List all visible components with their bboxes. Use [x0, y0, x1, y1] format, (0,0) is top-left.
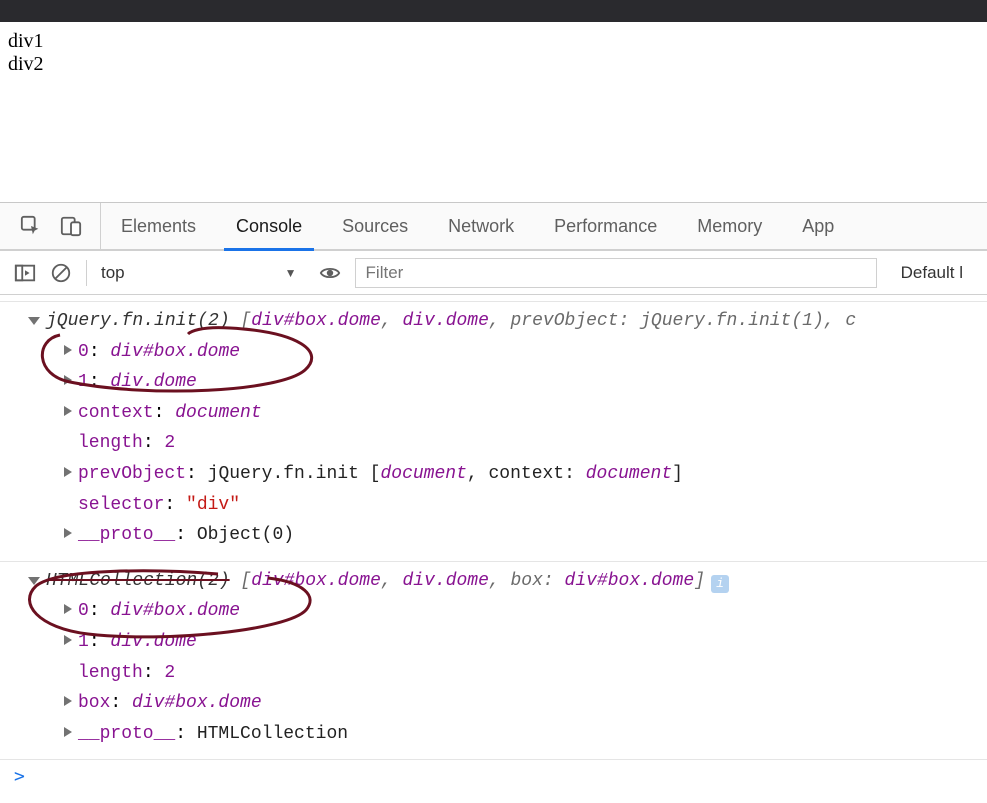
prop-val: 2	[164, 428, 175, 459]
prop-val: "div"	[186, 490, 240, 521]
expand-toggle-icon[interactable]	[28, 317, 40, 325]
prop-val: div.dome	[110, 627, 196, 658]
property-row[interactable]: selector: "div"	[0, 490, 987, 521]
page-viewport: div1 div2	[0, 22, 987, 202]
prop-key: 1	[78, 367, 89, 398]
console-prompt[interactable]: >	[0, 760, 987, 793]
log-header[interactable]: HTMLCollection(2) [ div#box.dome , div.d…	[0, 566, 987, 597]
log-header[interactable]: jQuery.fn.init(2) [ div#box.dome , div.d…	[0, 306, 987, 337]
prop-key: box	[78, 688, 110, 719]
devtools-panel: Elements Console Sources Network Perform…	[0, 202, 987, 793]
object-type: HTMLCollection(2)	[46, 566, 230, 597]
context-selector[interactable]: top ▼	[101, 263, 305, 283]
live-expression-icon[interactable]	[319, 262, 341, 284]
header-rest: , prevObject: jQuery.fn.init(1), c	[489, 306, 856, 337]
property-row[interactable]: length: 2	[0, 658, 987, 689]
device-toggle-icon[interactable]	[60, 215, 82, 237]
prop-key: length	[78, 658, 143, 689]
prop-key: __proto__	[78, 520, 175, 551]
prop-key: __proto__	[78, 719, 175, 750]
inspect-icon[interactable]	[20, 215, 42, 237]
header-elem-1: div.dome	[402, 306, 488, 337]
tab-network[interactable]: Network	[428, 203, 534, 249]
tab-elements[interactable]: Elements	[101, 203, 216, 249]
page-text-div2: div2	[8, 53, 979, 76]
property-row[interactable]: context: document	[0, 398, 987, 429]
info-icon[interactable]: i	[711, 575, 729, 593]
prop-key: prevObject	[78, 459, 186, 490]
property-row[interactable]: 0: div#box.dome	[0, 337, 987, 368]
object-type: jQuery.fn.init(2)	[46, 306, 230, 337]
header-sep: ,	[381, 566, 403, 597]
tab-application[interactable]: App	[782, 203, 854, 249]
header-elem-0: div#box.dome	[251, 306, 381, 337]
tab-sources[interactable]: Sources	[322, 203, 428, 249]
prop-key: context	[78, 398, 154, 429]
context-label: top	[101, 263, 125, 283]
console-output: jQuery.fn.init(2) [ div#box.dome , div.d…	[0, 295, 987, 760]
header-elem-0: div#box.dome	[251, 566, 381, 597]
tab-console[interactable]: Console	[216, 203, 322, 249]
prompt-chevron-icon: >	[14, 766, 25, 787]
prop-val: div#box.dome	[110, 337, 240, 368]
page-text-div1: div1	[8, 30, 979, 53]
level-selector[interactable]: Default l	[891, 263, 973, 283]
console-toolbar: top ▼ Default l	[0, 251, 987, 295]
sidebar-toggle-icon[interactable]	[14, 262, 36, 284]
header-sep: ,	[381, 306, 403, 337]
devtools-left-icons	[0, 203, 101, 249]
prop-key: selector	[78, 490, 164, 521]
prop-val: div#box.dome	[110, 596, 240, 627]
filter-input[interactable]	[355, 258, 877, 288]
property-row[interactable]: length: 2	[0, 428, 987, 459]
property-row[interactable]: box: div#box.dome	[0, 688, 987, 719]
devtools-tabs: Elements Console Sources Network Perform…	[0, 203, 987, 251]
log-entry-htmlcollection: HTMLCollection(2) [ div#box.dome , div.d…	[0, 562, 987, 761]
header-close: ]	[694, 566, 705, 597]
browser-chrome-top	[0, 0, 987, 22]
header-elem-1: div.dome	[402, 566, 488, 597]
property-row[interactable]: 0: div#box.dome	[0, 596, 987, 627]
prop-val: HTMLCollection	[197, 719, 348, 750]
prop-key: 0	[78, 337, 89, 368]
clear-console-icon[interactable]	[50, 262, 72, 284]
tab-memory[interactable]: Memory	[677, 203, 782, 249]
expand-toggle-icon[interactable]	[28, 577, 40, 585]
prop-val: div.dome	[110, 367, 196, 398]
prop-val: document	[175, 398, 261, 429]
prop-key: 1	[78, 627, 89, 658]
log-entry-jquery: jQuery.fn.init(2) [ div#box.dome , div.d…	[0, 301, 987, 562]
prop-key: 0	[78, 596, 89, 627]
prop-key: length	[78, 428, 143, 459]
property-row[interactable]: __proto__: HTMLCollection	[0, 719, 987, 750]
prop-val: Object(0)	[197, 520, 294, 551]
header-open: [	[230, 306, 252, 337]
prop-val: div#box.dome	[132, 688, 262, 719]
tab-performance[interactable]: Performance	[534, 203, 677, 249]
header-elem-2: div#box.dome	[565, 566, 695, 597]
property-row[interactable]: __proto__: Object(0)	[0, 520, 987, 551]
property-row[interactable]: 1: div.dome	[0, 367, 987, 398]
property-row[interactable]: 1: div.dome	[0, 627, 987, 658]
header-sep2: , box:	[489, 566, 565, 597]
property-row[interactable]: prevObject: jQuery.fn.init [document, co…	[0, 459, 987, 490]
chevron-down-icon: ▼	[285, 266, 297, 280]
prop-val: 2	[164, 658, 175, 689]
header-open: [	[230, 566, 252, 597]
toolbar-separator	[86, 260, 87, 286]
